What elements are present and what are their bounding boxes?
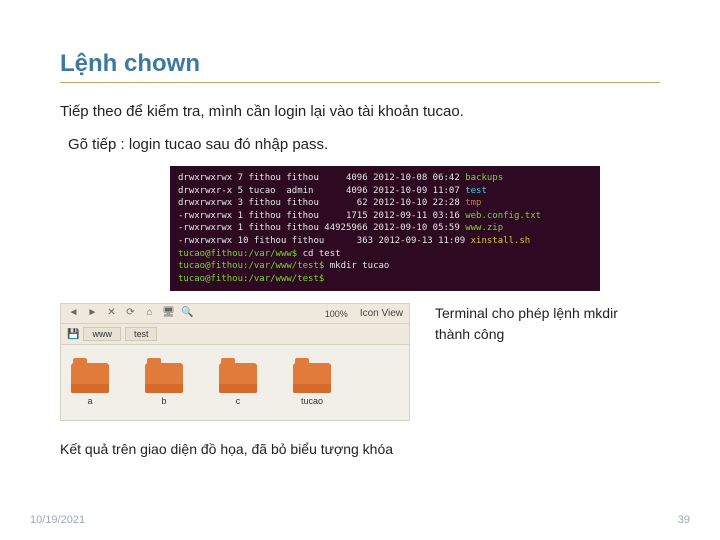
stop-icon[interactable]: ✕: [105, 307, 118, 320]
terminal-line: -rwxrwxrwx 1 fithou fithou 1715 2012-09-…: [178, 210, 592, 223]
footer-page: 39: [678, 514, 690, 526]
computer-icon[interactable]: 🖥: [162, 307, 175, 320]
forward-icon[interactable]: ►: [86, 307, 99, 320]
terminal-caption: Terminal cho phép lệnh mkdir thành công: [435, 303, 625, 345]
view-mode[interactable]: Icon View: [360, 308, 403, 319]
folder-icon: [145, 363, 183, 393]
reload-icon[interactable]: ⟳: [124, 307, 137, 320]
conclusion: Kết quả trên giao diện đồ họa, đã bỏ biể…: [60, 441, 660, 457]
terminal-line: drwxrwxrwx 3 fithou fithou 62 2012-10-10…: [178, 197, 592, 210]
terminal-line: drwxrwxrwx 7 fithou fithou 4096 2012-10-…: [178, 172, 592, 185]
terminal-output: drwxrwxrwx 7 fithou fithou 4096 2012-10-…: [170, 166, 600, 291]
folder-icon: [293, 363, 331, 393]
fm-icon-area: a b c tucao: [61, 345, 409, 420]
drive-icon[interactable]: 💾: [67, 329, 79, 340]
terminal-prompt-line: tucao@fithou:/var/www$ cd test: [178, 248, 592, 261]
zoom-level[interactable]: 100%: [325, 309, 348, 319]
folder-item[interactable]: a: [71, 363, 109, 406]
paragraph-1: Tiếp theo để kiểm tra, mình cần login lạ…: [60, 101, 660, 124]
folder-label: b: [161, 396, 166, 406]
row-filemanager: ◄ ► ✕ ⟳ ⌂ 🖥 🔍 100% Icon View 💾 www test …: [60, 303, 660, 421]
home-icon[interactable]: ⌂: [143, 307, 156, 320]
slide-title: Lệnh chown: [60, 50, 660, 83]
folder-label: c: [236, 396, 241, 406]
crumb-www[interactable]: www: [83, 327, 121, 341]
file-manager: ◄ ► ✕ ⟳ ⌂ 🖥 🔍 100% Icon View 💾 www test …: [60, 303, 410, 421]
footer: 10/19/2021 39: [30, 514, 690, 526]
terminal-line: drwxrwxr-x 5 tucao admin 4096 2012-10-09…: [178, 185, 592, 198]
folder-icon: [71, 363, 109, 393]
search-icon[interactable]: 🔍: [181, 307, 194, 320]
terminal-prompt-line: tucao@fithou:/var/www/test$: [178, 273, 592, 286]
folder-label: a: [87, 396, 92, 406]
crumb-test[interactable]: test: [125, 327, 158, 341]
paragraph-2: Gõ tiếp : login tucao sau đó nhập pass.: [68, 134, 660, 157]
slide: Lệnh chown Tiếp theo để kiểm tra, mình c…: [0, 0, 720, 540]
folder-item[interactable]: b: [145, 363, 183, 406]
folder-icon: [219, 363, 257, 393]
folder-item[interactable]: c: [219, 363, 257, 406]
terminal-line: -rwxrwxrwx 10 fithou fithou 363 2012-09-…: [178, 235, 592, 248]
folder-item[interactable]: tucao: [293, 363, 331, 406]
back-icon[interactable]: ◄: [67, 307, 80, 320]
terminal-line: -rwxrwxrwx 1 fithou fithou 44925966 2012…: [178, 222, 592, 235]
fm-breadcrumb: 💾 www test: [61, 324, 409, 345]
footer-date: 10/19/2021: [30, 514, 85, 526]
folder-label: tucao: [301, 396, 323, 406]
fm-toolbar: ◄ ► ✕ ⟳ ⌂ 🖥 🔍 100% Icon View: [61, 304, 409, 324]
terminal-prompt-line: tucao@fithou:/var/www/test$ mkdir tucao: [178, 260, 592, 273]
